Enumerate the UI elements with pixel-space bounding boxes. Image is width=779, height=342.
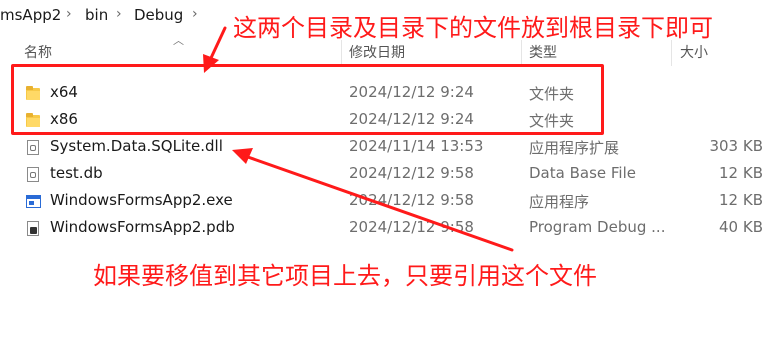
annotation-bottom-text: 如果要移值到其它项目上去，只要引用这个文件	[93, 262, 597, 290]
annotation-arrowhead-bottom	[232, 148, 253, 164]
annotation-top-text: 这两个目录及目录下的文件放到根目录下即可	[233, 14, 713, 42]
annotation-arrow-top	[209, 26, 227, 60]
annotation-arrow-bottom	[243, 154, 514, 252]
